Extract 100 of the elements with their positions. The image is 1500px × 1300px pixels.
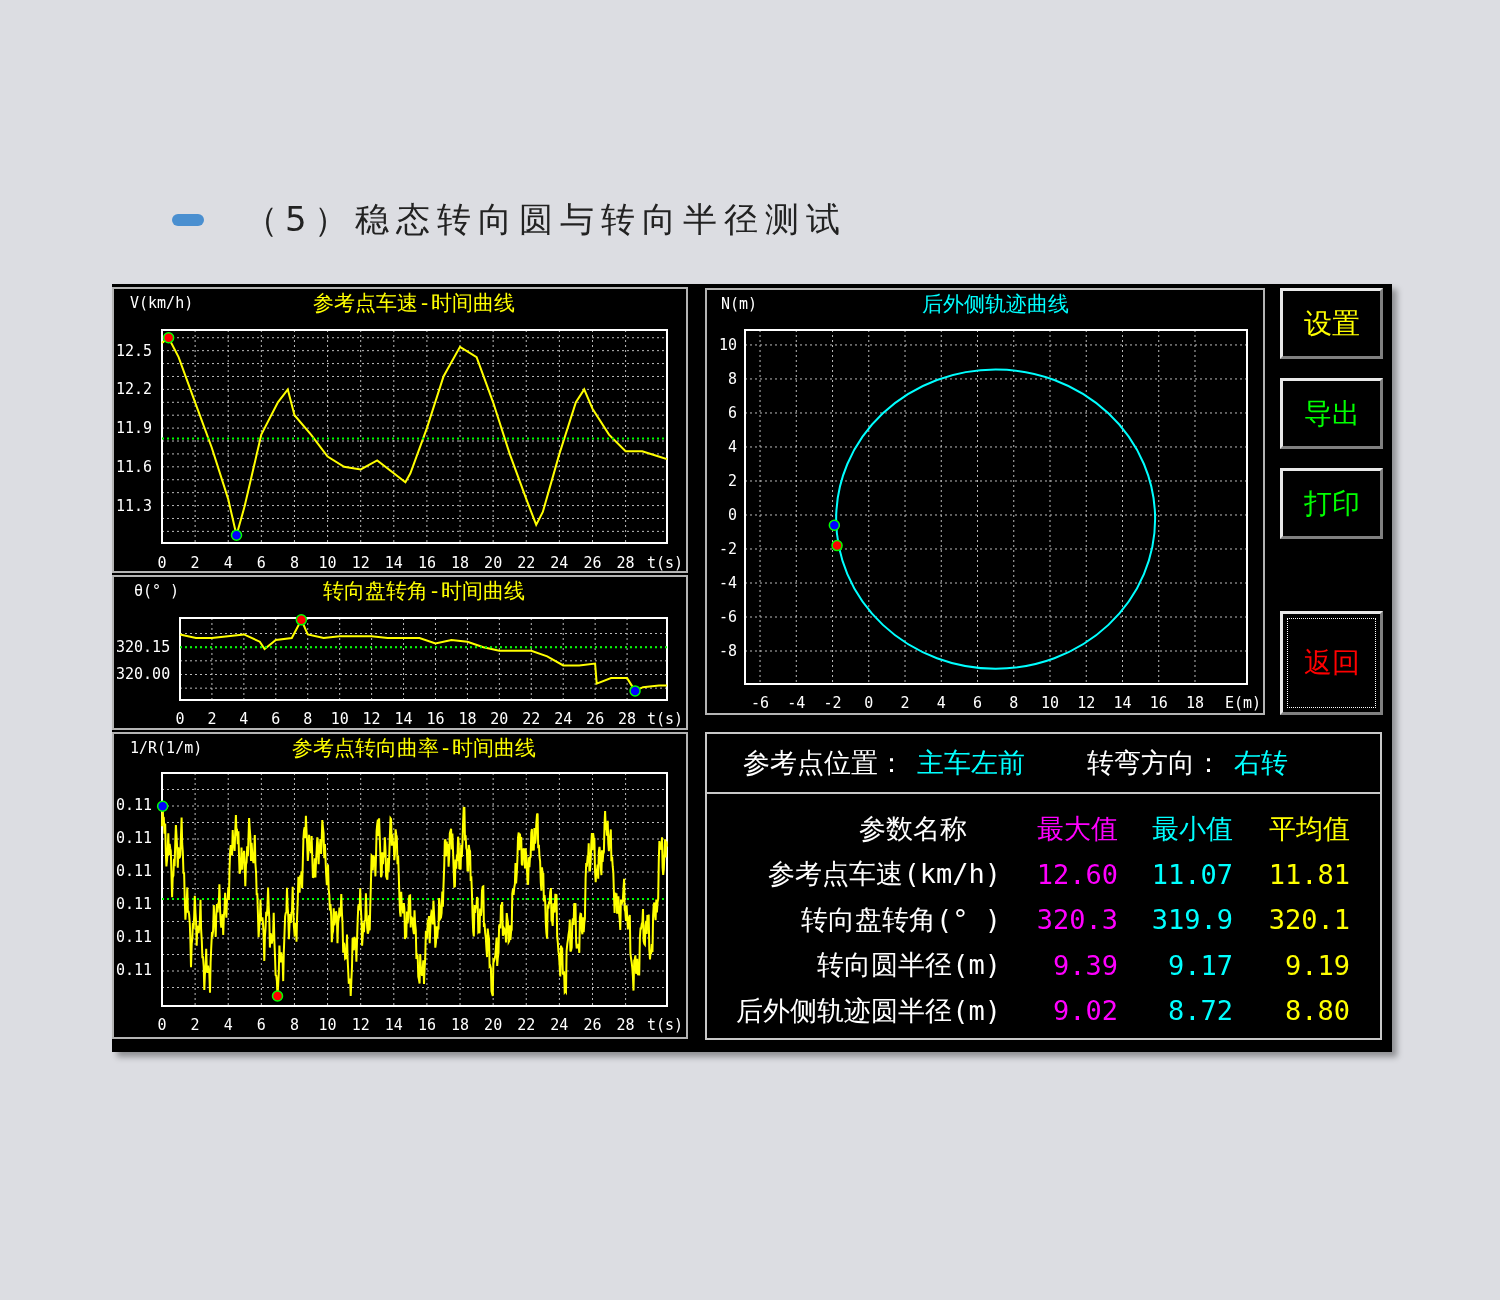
back-button[interactable]: 返回 [1280, 611, 1383, 715]
max-marker [295, 614, 308, 626]
min-marker [230, 529, 243, 541]
axis-label: N(m) [721, 295, 758, 313]
chart-title: 后外侧轨迹曲线 [921, 292, 1069, 316]
tick-label: 20 [490, 710, 509, 728]
tick-label: 22 [517, 1016, 536, 1034]
axis-label: E(m) [1225, 694, 1262, 712]
axis-label: t(s) [647, 1016, 684, 1034]
chart-title: 参考点转向曲率-时间曲线 [292, 736, 536, 760]
bullet-marker [172, 214, 204, 226]
tick-label: 0 [157, 1016, 167, 1034]
tick-label: 2 [190, 554, 200, 571]
row-label: 转向盘转角(° ) [799, 902, 1001, 937]
tick-label: 20 [484, 1016, 503, 1034]
tick-label: 24 [550, 554, 569, 571]
tick-label: 0.11 [116, 829, 153, 847]
tick-label: 18 [458, 710, 477, 728]
tick-label: 10 [718, 335, 737, 354]
tick-label: 2 [900, 694, 910, 712]
tick-label: 4 [936, 694, 946, 712]
tick-label: 6 [256, 554, 266, 571]
tick-label: 4 [727, 438, 737, 456]
tick-label: 16 [1149, 694, 1168, 712]
field-value: 右转 [1234, 746, 1288, 780]
min-marker [629, 685, 641, 697]
tick-label: -2 [718, 540, 737, 558]
tick-label: -6 [718, 608, 737, 626]
max-marker [162, 332, 175, 344]
start-marker [828, 519, 841, 531]
tick-label: 11.6 [116, 457, 153, 476]
table-cell-text: 9.02 [1051, 995, 1118, 1027]
tick-label: 11.3 [116, 496, 153, 515]
tick-label: 12 [362, 710, 381, 728]
tick-label: 2 [190, 1016, 200, 1034]
chart-title: 转向盘转角-时间曲线 [323, 579, 525, 603]
tick-label: 320.15 [116, 638, 171, 657]
row-label: 参考点车速(km/h) [767, 857, 1001, 892]
tick-label: 0 [175, 710, 185, 728]
column-header: 平均值 [1268, 811, 1350, 846]
axis-label: t(s) [647, 554, 684, 571]
field-value: 主车左前 [917, 746, 1025, 780]
tick-label: 0.11 [116, 862, 153, 880]
tick-label: 12.5 [116, 341, 153, 360]
tick-label: 4 [239, 710, 249, 728]
tick-label: 10 [330, 710, 349, 728]
tick-label: 2 [727, 472, 737, 490]
print-button[interactable]: 打印 [1280, 468, 1383, 539]
chart-title: 参考点车速-时间曲线 [313, 291, 515, 315]
tick-label: 4 [223, 1016, 233, 1034]
field-label: 转弯方向： [1087, 746, 1222, 780]
axis-label: V(km/h) [130, 294, 194, 312]
tick-label: -4 [787, 694, 806, 712]
tick-label: 8 [1009, 694, 1019, 712]
tick-label: 6 [256, 1016, 266, 1034]
tick-label: 0 [864, 694, 874, 712]
tick-label: 14 [384, 554, 403, 571]
tick-label: 24 [554, 710, 573, 728]
tick-label: -4 [718, 574, 737, 592]
tick-label: 16 [417, 1016, 436, 1034]
tick-label: 28 [616, 554, 635, 571]
tick-label: 320.00 [116, 665, 171, 684]
tick-label: 24 [550, 1016, 569, 1034]
row-label: 后外侧轨迹圆半径(m) [735, 993, 1001, 1028]
table-cell-text: 319.9 [1150, 904, 1233, 936]
tick-label: 8 [289, 1016, 299, 1034]
tick-label: 8 [289, 554, 299, 571]
tick-label: 10 [318, 554, 337, 571]
tick-label: 28 [618, 710, 637, 728]
export-button[interactable]: 导出 [1280, 378, 1383, 449]
tick-label: 16 [417, 554, 436, 571]
tick-label: -8 [718, 642, 737, 660]
table-cell-text: 320.3 [1035, 904, 1118, 936]
field-label: 参考点位置： [743, 746, 905, 780]
tick-label: 14 [394, 710, 413, 728]
tick-label: 0.11 [116, 961, 153, 979]
tick-label: 0 [157, 554, 167, 571]
table-cell-text: 9.17 [1166, 949, 1233, 981]
table-cell-text: 8.72 [1166, 995, 1233, 1027]
column-header: 参数名称 [858, 811, 968, 846]
tick-label: 0.11 [116, 928, 153, 946]
tick-label: 6 [727, 403, 737, 422]
table-cell-text: 9.19 [1283, 949, 1350, 981]
tick-label: 22 [517, 554, 536, 571]
column-header: 最大值 [1036, 811, 1118, 846]
tick-label: 10 [318, 1016, 337, 1034]
tick-label: 12.2 [116, 380, 153, 399]
settings-button[interactable]: 设置 [1280, 288, 1383, 359]
tick-label: 0.11 [116, 796, 153, 814]
end-marker [831, 539, 843, 552]
tick-label: 20 [484, 554, 503, 571]
tick-label: 18 [451, 1016, 470, 1034]
table-cell-text: 320.1 [1267, 904, 1350, 936]
axis-label: 1/R(1/m) [130, 739, 203, 757]
tick-label: 18 [451, 554, 470, 571]
column-header: 最小值 [1151, 811, 1233, 846]
tick-label: 26 [583, 1016, 602, 1034]
tick-label: 12 [351, 554, 370, 571]
tick-label: 0 [727, 506, 737, 524]
tick-label: 12 [1077, 694, 1096, 712]
